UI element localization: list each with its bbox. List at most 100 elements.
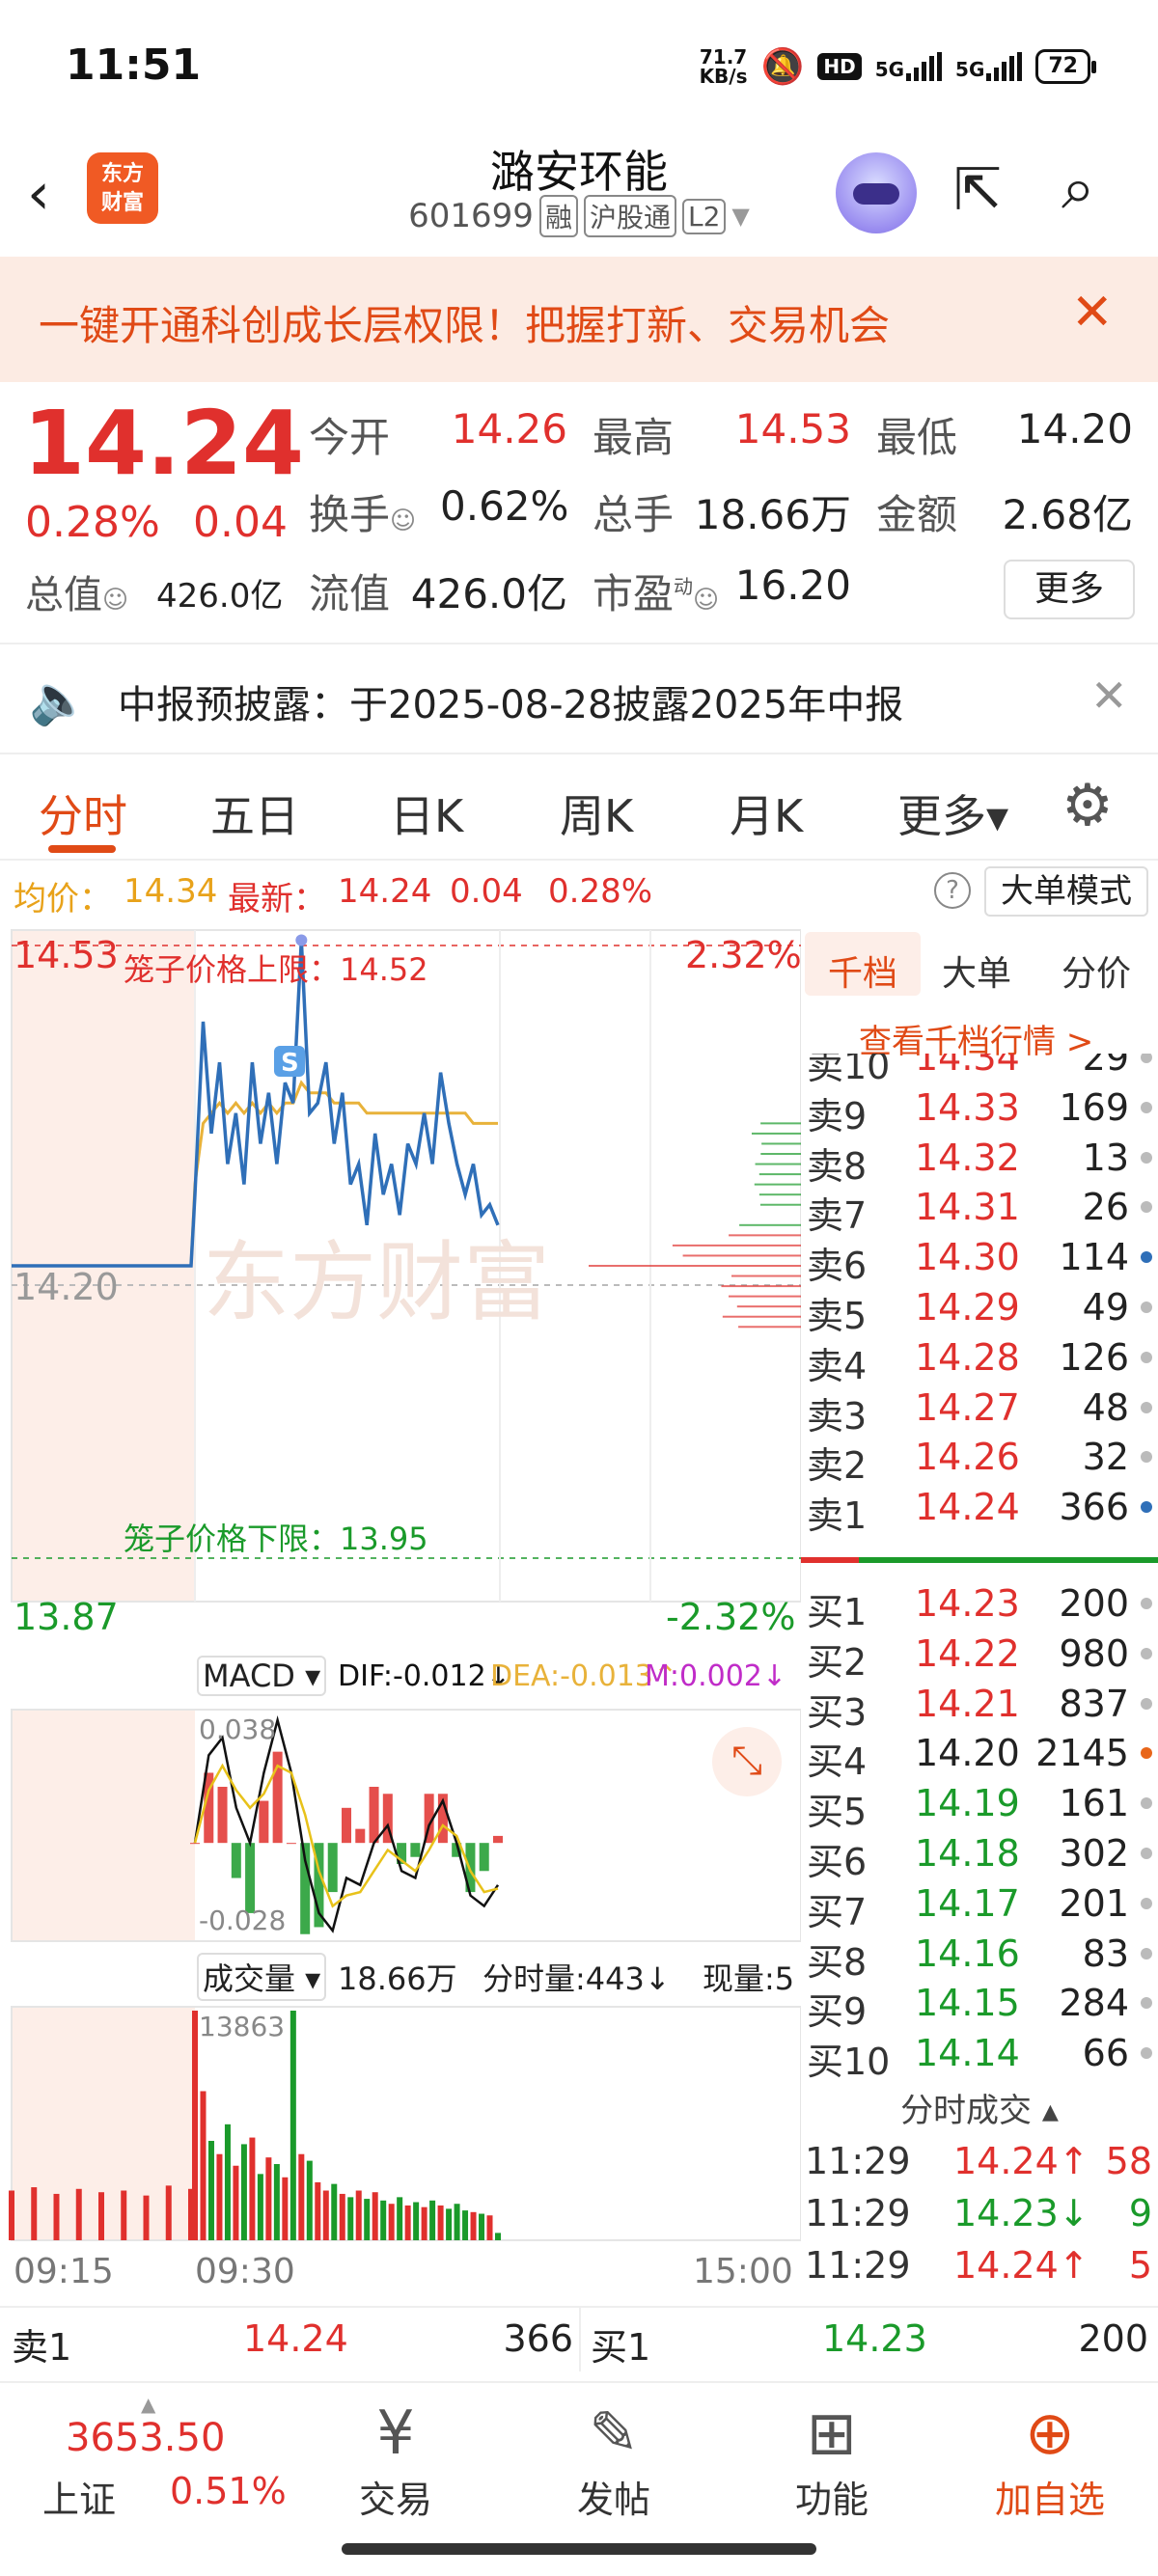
status-dot: [1141, 1897, 1152, 1909]
tab-five-day[interactable]: 五日: [210, 781, 299, 845]
info-icon[interactable]: ☺: [693, 586, 719, 615]
volume-bar: [257, 2174, 263, 2240]
info-icon[interactable]: ☺: [102, 586, 128, 615]
avg-price-value: 14.34: [124, 872, 218, 911]
ask-row[interactable]: 卖9 14.33 169: [801, 1082, 1158, 1137]
tab-price-distribution[interactable]: 分价: [1062, 945, 1131, 996]
status-dot: [1141, 1747, 1152, 1760]
bid-row[interactable]: 买5 14.19 161: [801, 1778, 1158, 1833]
turnover-value: 0.62%: [440, 482, 569, 530]
ask-row[interactable]: 卖4 14.28 126: [801, 1332, 1158, 1387]
tab-more[interactable]: 更多▾: [897, 781, 1008, 845]
volume-total: 18.66万: [338, 1960, 457, 1997]
nav-add-watchlist[interactable]: ⊕ 加自选: [953, 2397, 1146, 2523]
nav-post[interactable]: ✎ 发帖: [517, 2397, 710, 2523]
latest-percent: 0.28%: [548, 872, 653, 911]
volume-bar: [495, 2233, 501, 2240]
ask-row[interactable]: 卖3 14.27 48: [801, 1383, 1158, 1438]
row-label: 卖9: [807, 1094, 868, 1137]
home-indicator[interactable]: [342, 2543, 816, 2555]
row-qty: 29: [1082, 1054, 1129, 1079]
sell-signal-label: S: [281, 1049, 299, 1078]
ask-row[interactable]: 卖10 14.34 29: [801, 1054, 1158, 1087]
bid-depth-bar: [738, 1326, 801, 1329]
info-icon[interactable]: ☺: [390, 507, 416, 535]
ai-assistant-icon[interactable]: [836, 152, 917, 233]
trade-row: 11:29 14.23↓ 9: [801, 2188, 1158, 2238]
ask-row[interactable]: 卖5 14.29 49: [801, 1282, 1158, 1337]
ask-row[interactable]: 卖1 14.24 366: [801, 1482, 1158, 1537]
gear-icon[interactable]: ⚙: [1062, 772, 1114, 839]
help-icon[interactable]: ?: [934, 872, 971, 909]
market-cap-label: 总值☺: [25, 573, 129, 617]
tab-weekly-k[interactable]: 周K: [560, 781, 633, 845]
bid-depth-bar: [721, 1285, 801, 1288]
net-speed: 71.7 KB/s: [699, 45, 748, 88]
volume-bar: [192, 2011, 198, 2240]
macd-indicator-select[interactable]: MACD ▾: [197, 1656, 327, 1696]
big-order-mode-button[interactable]: 大单模式: [984, 866, 1148, 917]
chevron-down-icon[interactable]: ▼: [731, 203, 749, 230]
nav-functions[interactable]: ⊞ 功能: [735, 2397, 928, 2523]
volume-bar: [53, 2193, 60, 2240]
ask-row[interactable]: 卖7 14.31 26: [801, 1182, 1158, 1237]
expand-icon[interactable]: ⤡: [712, 1727, 782, 1796]
notice-bar[interactable]: 🔈 中报预披露：于2025-08-28披露2025年中报 ✕: [0, 644, 1158, 751]
row-qty: 66: [1082, 2032, 1129, 2075]
tab-thousand-depth[interactable]: 千档: [828, 945, 897, 996]
bid-row[interactable]: 买1 14.23 200: [801, 1578, 1158, 1633]
bid-row[interactable]: 买3 14.21 837: [801, 1679, 1158, 1734]
bid-row[interactable]: 买2 14.22 980: [801, 1629, 1158, 1684]
bid-row[interactable]: 买4 14.20 2145: [801, 1728, 1158, 1783]
volume-bar: [224, 2124, 231, 2240]
volume-bar: [315, 2181, 321, 2240]
row-qty: 169: [1059, 1085, 1129, 1129]
intraday-chart[interactable]: 东方财富 S 14.53 14.20 13.87 2.32% -2.32% 笼子…: [0, 926, 802, 2306]
status-dot: [1141, 1101, 1152, 1113]
volume-bar: [437, 2205, 444, 2240]
macd-pre-open-zone: [12, 1710, 195, 1941]
order-book: 千档 大单 分价 查看千档行情 > 卖10 14.34 29 卖9 14.33 169 卖8…: [801, 926, 1158, 2306]
pct-min-label: -2.32%: [666, 1596, 796, 1638]
ask-row[interactable]: 卖8 14.32 13: [801, 1133, 1158, 1188]
bid-row[interactable]: 买6 14.18 302: [801, 1828, 1158, 1883]
tab-intraday[interactable]: 分时: [39, 781, 127, 845]
signal-icon: 5G: [875, 52, 943, 81]
promo-banner[interactable]: 一键开通科创成长层权限！把握打新、交易机会 ✕: [0, 257, 1158, 382]
ask-row[interactable]: 卖2 14.26 32: [801, 1432, 1158, 1487]
volume-bar: [454, 2204, 460, 2240]
bid-row[interactable]: 买7 14.17 201: [801, 1878, 1158, 1933]
tab-big-orders[interactable]: 大单: [942, 945, 1011, 996]
volume-indicator-select[interactable]: 成交量 ▾: [197, 1953, 327, 2001]
ask-depth-bar: [759, 1203, 801, 1206]
post-icon: ✎: [589, 2398, 639, 2468]
trades-header[interactable]: 分时成交 ▴: [801, 2084, 1158, 2131]
share-icon[interactable]: ⇱: [953, 156, 1002, 224]
nav-trade[interactable]: ¥ 交易: [299, 2397, 492, 2523]
float-cap-value: 426.0亿: [410, 570, 567, 617]
back-arrow-icon[interactable]: ‹: [27, 160, 50, 228]
volume-bar: [331, 2183, 338, 2240]
bid-depth-bar: [729, 1234, 801, 1237]
ask-depth-bar: [758, 1193, 801, 1196]
ticker-sell-price: 14.24: [243, 2317, 348, 2360]
bid-list: 买1 14.23 200 买2 14.22 980 买3 14.21 837 买4 14.20 214…: [801, 1578, 1158, 2083]
row-qty: 980: [1059, 1631, 1129, 1675]
connect-tag: 沪股通: [583, 195, 676, 237]
volume-bar: [165, 2185, 172, 2240]
more-button[interactable]: 更多: [1004, 560, 1135, 619]
bid-row[interactable]: 买10 14.14 66: [801, 2028, 1158, 2083]
close-icon[interactable]: ✕: [1071, 284, 1114, 342]
close-icon[interactable]: ✕: [1090, 670, 1128, 722]
tab-daily-k[interactable]: 日K: [390, 781, 463, 845]
float-cap-label: 流值: [309, 570, 391, 617]
trade-price: 14.23↓: [953, 2192, 1089, 2234]
row-label: 卖4: [807, 1344, 868, 1387]
ask-row[interactable]: 卖6 14.30 114: [801, 1232, 1158, 1287]
volume-label: 总手: [593, 491, 675, 538]
tab-monthly-k[interactable]: 月K: [730, 781, 803, 845]
app-logo: 东方 财富: [87, 152, 158, 224]
bid-row[interactable]: 买9 14.15 284: [801, 1978, 1158, 2033]
search-icon[interactable]: ⌕: [1062, 152, 1095, 224]
bid-row[interactable]: 买8 14.16 83: [801, 1929, 1158, 1984]
